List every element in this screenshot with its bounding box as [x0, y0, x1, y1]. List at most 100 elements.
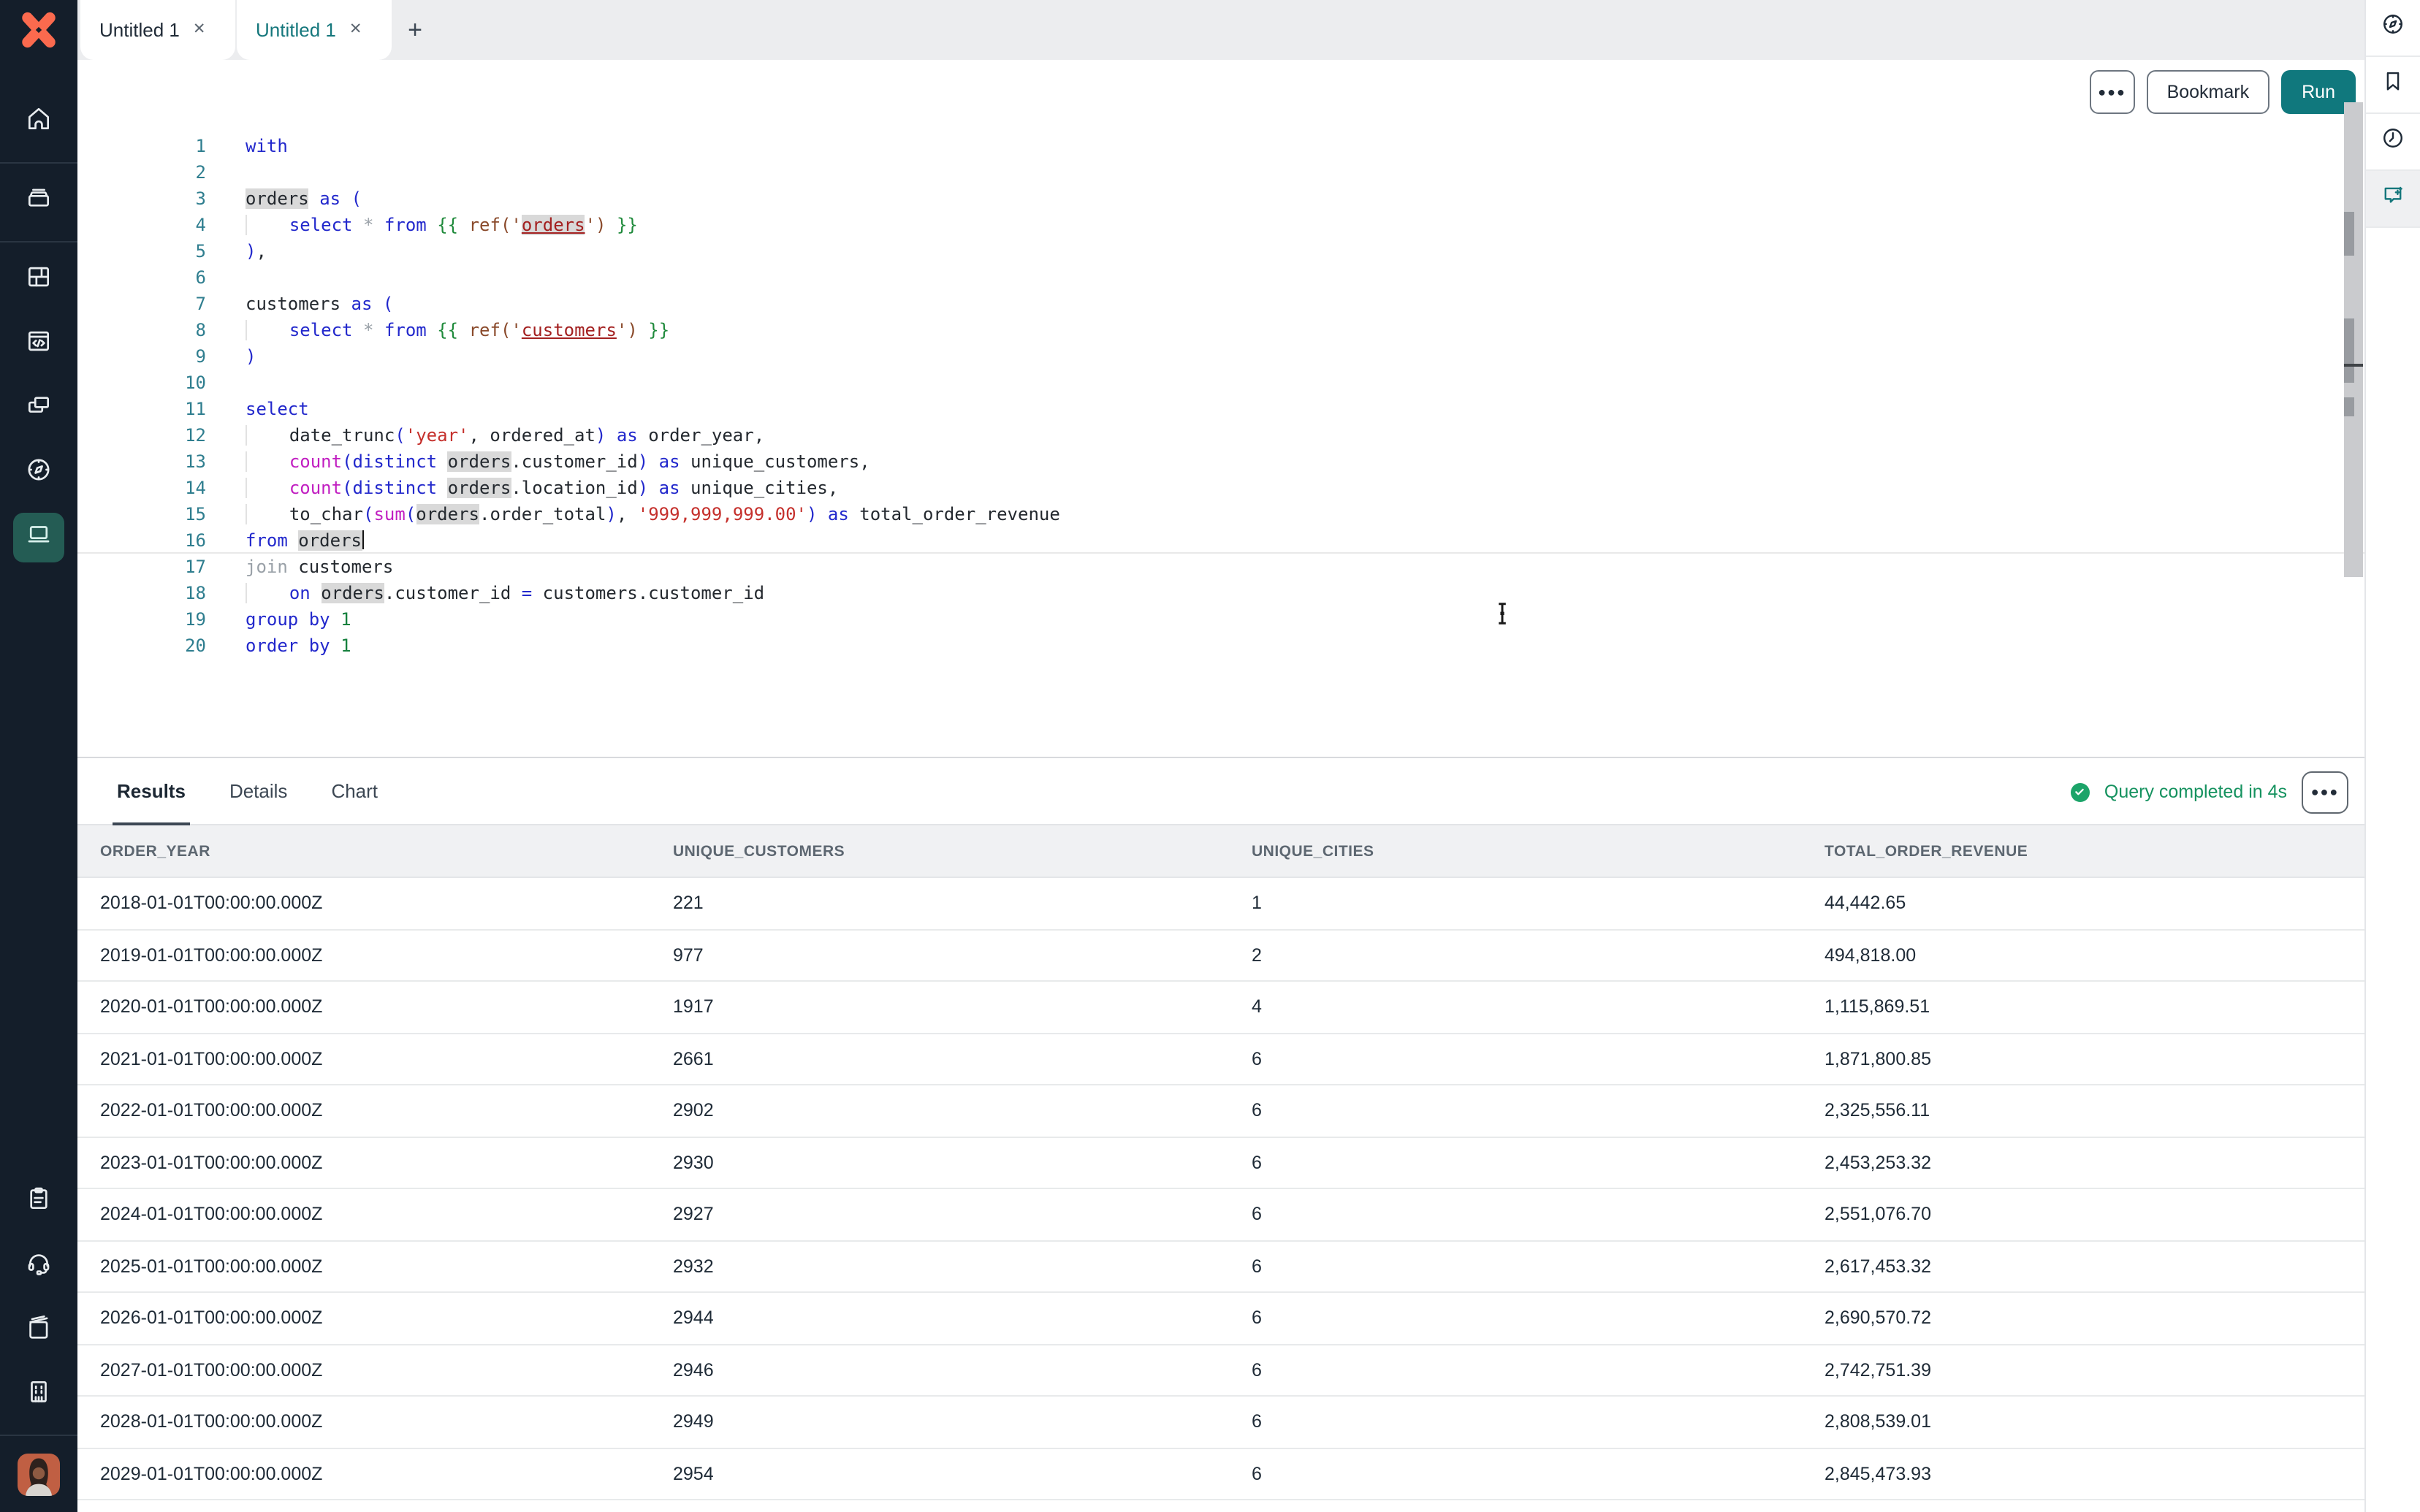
query-status-text: Query completed in 4s	[2104, 782, 2287, 802]
line-number: 15	[77, 501, 206, 527]
sidebar-item-clipboard[interactable]	[0, 1170, 77, 1234]
table-cell: 2,453,253.32	[1824, 1153, 2364, 1173]
new-tab-button[interactable]: +	[393, 0, 437, 60]
divider	[0, 241, 77, 243]
column-header-total_order_revenue[interactable]: TOTAL_ORDER_REVENUE	[1824, 842, 2364, 860]
table-cell: 2021-01-01T00:00:00.000Z	[100, 1049, 673, 1069]
table-row-12[interactable]: 2029-01-01T00:00:00.000Z295462,845,473.9…	[77, 1448, 2364, 1500]
code-line-16: 16from orders	[77, 527, 2364, 554]
table-row-1[interactable]: 2018-01-01T00:00:00.000Z221144,442.65	[77, 878, 2364, 930]
sidebar-item-docs[interactable]	[0, 1299, 77, 1363]
code-text: customers as (	[246, 291, 393, 317]
sidebar-item-windows[interactable]	[0, 377, 77, 441]
sidebar-item-layout[interactable]	[0, 248, 77, 313]
user-avatar[interactable]	[0, 1442, 77, 1506]
column-header-unique_customers[interactable]: UNIQUE_CUSTOMERS	[673, 842, 1252, 860]
document-tab-2[interactable]: Untitled 1 ✕	[237, 0, 392, 60]
table-cell: 977	[673, 945, 1252, 966]
left-sidebar	[0, 0, 77, 1512]
indent-guide	[246, 478, 289, 498]
hex-logo-icon	[19, 10, 58, 50]
right-sidebar-item-history[interactable]	[2366, 114, 2420, 171]
table-cell: 2023-01-01T00:00:00.000Z	[100, 1153, 673, 1173]
table-row-2[interactable]: 2019-01-01T00:00:00.000Z9772494,818.00	[77, 930, 2364, 982]
results-tab-chart[interactable]: Chart	[327, 758, 382, 824]
tab-label: Untitled 1	[256, 19, 336, 41]
table-cell: 6	[1252, 1204, 1824, 1225]
code-line-11: 11select	[77, 396, 2364, 422]
right-sidebar-item-ai-comment[interactable]	[2366, 171, 2420, 228]
compass-icon	[2381, 12, 2405, 44]
cell-more-options-button[interactable]: ●●●	[2090, 70, 2135, 114]
sidebar-item-explore[interactable]	[0, 441, 77, 505]
clipboard-icon	[25, 1185, 53, 1220]
app-window: Untitled 1✕Untitled 1✕+ ●●● Bookmark Run…	[0, 0, 2420, 1512]
editor-scrollbar[interactable]	[2344, 102, 2363, 577]
line-number: 3	[77, 186, 206, 212]
column-header-order_year[interactable]: ORDER_YEAR	[100, 842, 673, 860]
bookmark-button[interactable]: Bookmark	[2147, 70, 2270, 114]
table-cell: 2661	[673, 1049, 1252, 1069]
code-window-icon	[25, 327, 53, 362]
table-row-8[interactable]: 2025-01-01T00:00:00.000Z293262,617,453.3…	[77, 1241, 2364, 1293]
table-row-7[interactable]: 2024-01-01T00:00:00.000Z292762,551,076.7…	[77, 1189, 2364, 1241]
table-cell: 1,115,869.51	[1824, 997, 2364, 1017]
close-icon[interactable]: ✕	[349, 23, 362, 38]
sidebar-item-archive[interactable]	[0, 169, 77, 234]
right-sidebar	[2364, 0, 2420, 1512]
sidebar-item-home[interactable]	[0, 91, 77, 155]
table-cell: 6	[1252, 1256, 1824, 1277]
table-row-5[interactable]: 2022-01-01T00:00:00.000Z290262,325,556.1…	[77, 1085, 2364, 1137]
sidebar-item-code-window[interactable]	[0, 313, 77, 377]
sidebar-item-workspace[interactable]	[0, 505, 77, 570]
table-row-11[interactable]: 2028-01-01T00:00:00.000Z294962,808,539.0…	[77, 1397, 2364, 1448]
code-text: )	[246, 343, 256, 370]
clock-icon	[2381, 126, 2405, 158]
sidebar-item-organization[interactable]	[0, 1363, 77, 1427]
indent-guide	[246, 451, 289, 472]
line-number: 1	[77, 133, 206, 159]
line-number: 2	[77, 159, 206, 186]
scrollbar-thumb[interactable]	[2344, 318, 2354, 383]
table-row-10[interactable]: 2027-01-01T00:00:00.000Z294662,742,751.3…	[77, 1345, 2364, 1397]
text-caret	[362, 530, 364, 549]
code-line-14: 14 count(distinct orders.location_id) as…	[77, 475, 2364, 501]
table-cell: 494,818.00	[1824, 945, 2364, 966]
indent-guide	[246, 504, 289, 524]
tab-label: Untitled 1	[99, 19, 180, 41]
building-icon	[25, 1378, 53, 1413]
app-logo[interactable]	[0, 0, 77, 60]
code-text: select * from {{ ref('customers') }}	[246, 317, 669, 343]
plus-icon: +	[408, 15, 422, 45]
divider	[0, 162, 77, 164]
code-line-20: 20order by 1	[77, 633, 2364, 659]
code-text: join customers	[246, 554, 393, 580]
line-number: 4	[77, 212, 206, 238]
line-number: 6	[77, 264, 206, 291]
results-more-options-button[interactable]: ●●●	[2302, 771, 2348, 813]
right-sidebar-item-bookmarks[interactable]	[2366, 57, 2420, 114]
right-sidebar-item-explore[interactable]	[2366, 0, 2420, 57]
indent-guide	[246, 583, 289, 603]
sql-code-editor[interactable]: 1with23orders as (4 select * from {{ ref…	[77, 124, 2364, 755]
document-tabbar: Untitled 1 ✕ Untitled 1 ✕ +	[77, 0, 2364, 60]
close-icon[interactable]: ✕	[193, 23, 206, 38]
results-tab-details[interactable]: Details	[225, 758, 292, 824]
table-cell: 4	[1252, 997, 1824, 1017]
results-tab-results[interactable]: Results	[113, 758, 190, 825]
table-row-4[interactable]: 2021-01-01T00:00:00.000Z266161,871,800.8…	[77, 1034, 2364, 1085]
divider	[0, 1435, 77, 1436]
indent-guide	[246, 425, 289, 446]
code-line-15: 15 to_char(sum(orders.order_total), '999…	[77, 501, 2364, 527]
mouse-ibeam-cursor	[1496, 602, 1508, 633]
column-header-unique_cities[interactable]: UNIQUE_CITIES	[1252, 842, 1824, 860]
sidebar-item-support[interactable]	[0, 1234, 77, 1299]
table-row-13[interactable]: 2030-01-01T00:00:00.000Z287961,841,049.3…	[77, 1500, 2364, 1512]
table-row-3[interactable]: 2020-01-01T00:00:00.000Z191741,115,869.5…	[77, 982, 2364, 1034]
table-row-6[interactable]: 2023-01-01T00:00:00.000Z293062,453,253.3…	[77, 1137, 2364, 1189]
code-line-5: 5),	[77, 238, 2364, 264]
code-line-18: 18 on orders.customer_id = customers.cus…	[77, 580, 2364, 606]
code-text: ),	[246, 238, 267, 264]
table-row-9[interactable]: 2026-01-01T00:00:00.000Z294462,690,570.7…	[77, 1293, 2364, 1345]
document-tab-1[interactable]: Untitled 1 ✕	[80, 0, 235, 60]
